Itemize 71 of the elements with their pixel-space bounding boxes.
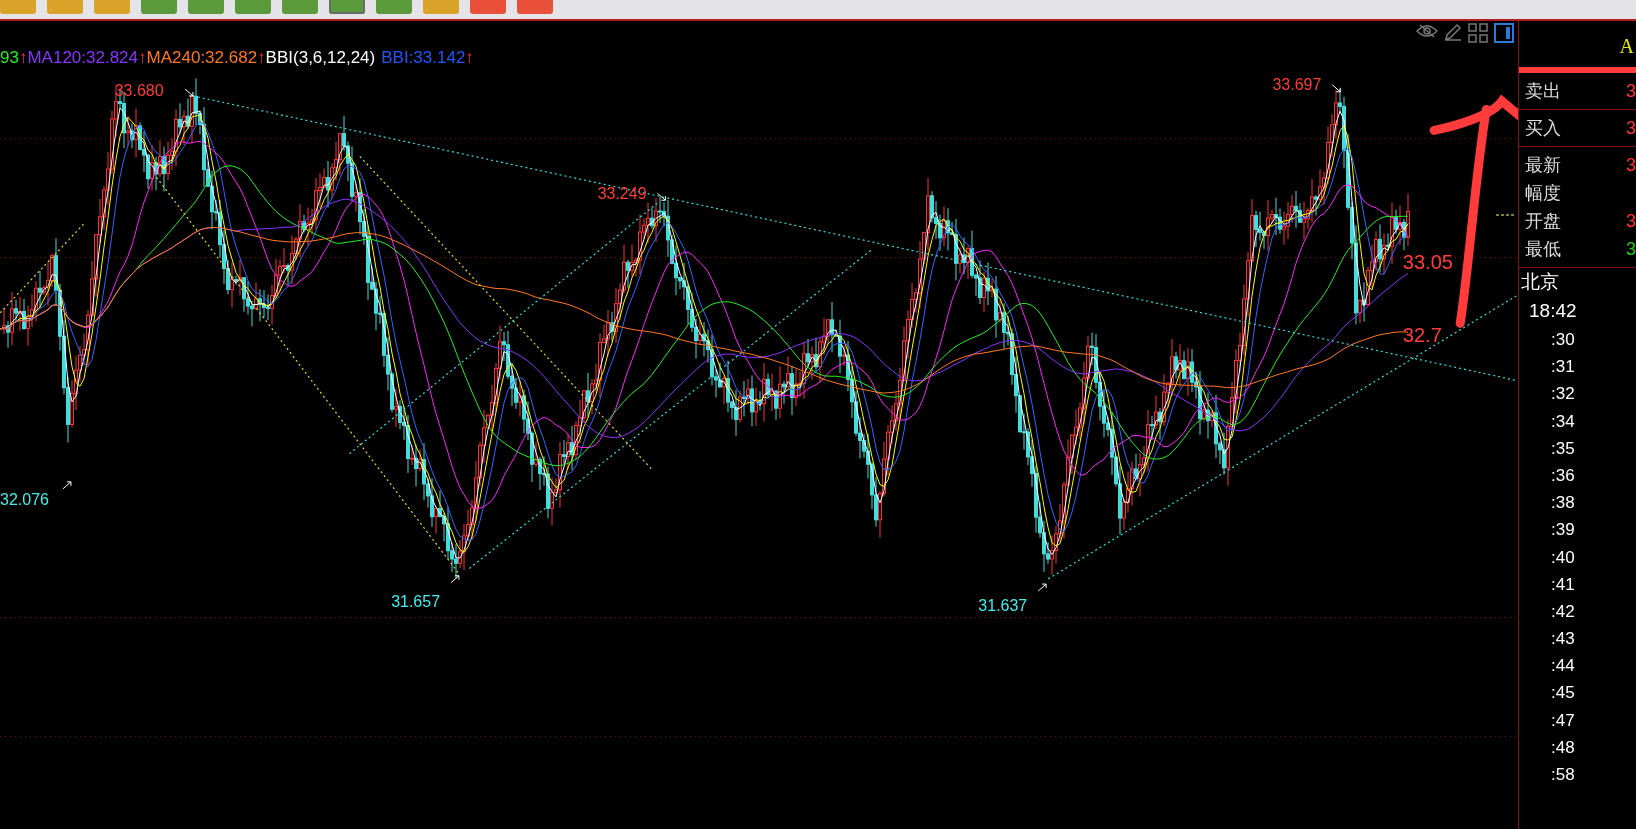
handwritten-note: 33.05 [1402, 251, 1453, 274]
time-label: :31 [1550, 356, 1576, 379]
timezone-label: 北京 [1520, 270, 1560, 294]
price-label: 33.697 [1272, 76, 1322, 94]
time-label: :39 [1550, 519, 1576, 542]
time-label: :41 [1550, 573, 1576, 596]
time-label: :44 [1550, 655, 1576, 678]
time-label: :34 [1550, 410, 1576, 433]
time-label: :47 [1550, 709, 1576, 732]
pencil-icon[interactable] [1444, 23, 1462, 41]
quote-title: A [1619, 35, 1634, 57]
toolbar-button[interactable] [188, 0, 224, 14]
toolbar-button[interactable] [141, 0, 177, 14]
up-arrow-text: ↑ [465, 48, 474, 67]
time-label: :35 [1550, 437, 1576, 460]
grid-icon[interactable] [1468, 23, 1488, 43]
time-label: :43 [1550, 628, 1576, 651]
indicator-value: 93 [0, 48, 19, 67]
panel-icon[interactable] [1494, 23, 1514, 43]
quote-value: 3 [1626, 80, 1636, 103]
time-label: :32 [1550, 383, 1576, 406]
pointer-arrow-icon [450, 575, 460, 584]
quote-value: 3 [1626, 154, 1636, 177]
pointer-arrow-icon [184, 88, 194, 97]
toolbar-button[interactable] [282, 0, 318, 14]
toolbar-button[interactable] [329, 0, 365, 14]
toolbar-button[interactable] [0, 0, 36, 14]
time-label: :30 [1550, 329, 1576, 351]
toolbar-button[interactable] [470, 0, 506, 14]
pointer-arrow-icon [62, 481, 72, 490]
quote-label: 幅度 [1525, 182, 1561, 205]
pointer-arrow-icon [656, 192, 666, 201]
toolbar-button[interactable] [423, 0, 459, 14]
quote-value: 3 [1626, 238, 1636, 261]
pointer-arrow-icon [1331, 84, 1341, 93]
time-label: 18:42 [1528, 299, 1578, 323]
toolbar-button[interactable] [47, 0, 83, 14]
handwritten-note: 32.7 [1402, 324, 1442, 347]
quote-label: 开盘 [1525, 210, 1561, 233]
time-label: :36 [1550, 464, 1576, 487]
eye-slash-icon[interactable] [1416, 23, 1438, 39]
price-label: 32.076 [0, 490, 49, 508]
pointer-arrow-icon [1037, 583, 1047, 592]
time-label: :58 [1550, 764, 1576, 786]
time-label: :38 [1550, 492, 1576, 515]
toolbar-button[interactable] [517, 0, 553, 14]
quote-label: 最新 [1525, 154, 1561, 177]
indicator-value: MA120:32.824 [27, 48, 138, 67]
quote-value: 3 [1626, 210, 1636, 233]
time-label: :48 [1550, 736, 1576, 759]
up-arrow-text: ↑ [138, 48, 147, 67]
toolbar-button[interactable] [235, 0, 271, 14]
toolbar-button[interactable] [376, 0, 412, 14]
time-label: :40 [1550, 546, 1576, 569]
indicator-value: MA240:32.682 [146, 48, 258, 67]
quote-value: 3 [1626, 117, 1636, 140]
price-marker [1495, 214, 1517, 216]
up-arrow-text: ↑ [18, 48, 28, 67]
time-label: :45 [1550, 682, 1576, 705]
up-arrow-text: ↑ [257, 48, 266, 67]
price-label: 33.680 [114, 81, 164, 99]
time-label: :42 [1550, 600, 1576, 623]
price-label: 33.249 [597, 184, 647, 202]
quote-label: 卖出 [1525, 80, 1561, 103]
quote-label: 最低 [1525, 238, 1561, 261]
price-label: 31.637 [978, 596, 1028, 614]
indicator-value: BBI:33.142 [381, 48, 466, 67]
indicator-value: BBI(3,6,12,24) [265, 48, 376, 67]
quote-label: 买入 [1525, 117, 1561, 140]
price-label: 31.657 [391, 592, 441, 610]
toolbar-button[interactable] [94, 0, 130, 14]
